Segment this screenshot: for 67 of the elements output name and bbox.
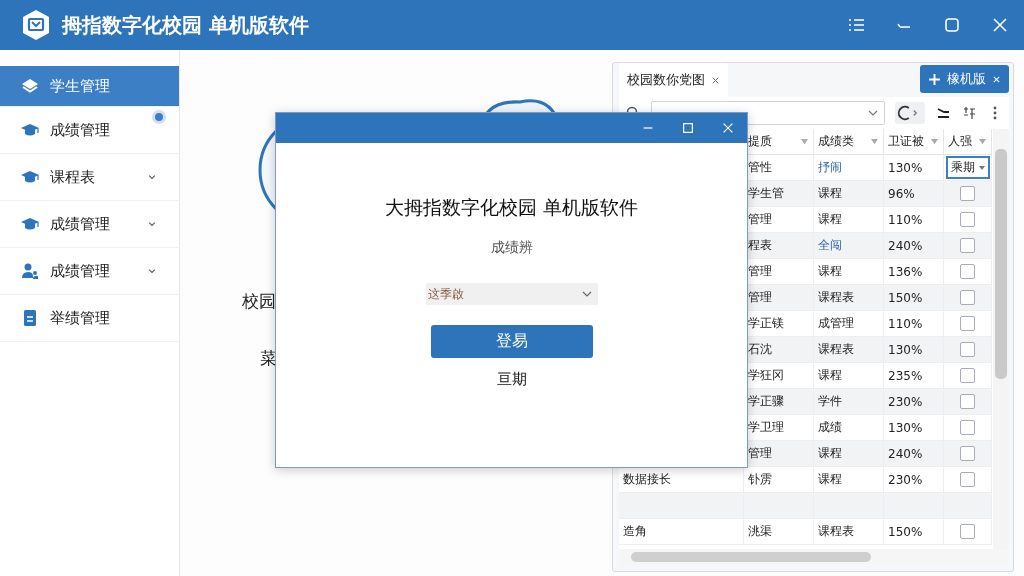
sort-icon[interactable]	[961, 105, 977, 121]
select-field[interactable]: 这季啟	[425, 283, 598, 305]
sidebar-item[interactable]: 课程表	[0, 154, 179, 201]
filter-icon[interactable]	[870, 138, 879, 145]
checkbox[interactable]	[960, 420, 975, 435]
checkbox[interactable]	[960, 394, 975, 409]
close-icon[interactable]	[711, 75, 720, 85]
caret-icon	[978, 165, 985, 170]
table-cell: 洮渠	[744, 519, 814, 545]
restore-icon[interactable]	[942, 15, 962, 35]
dialog-subtitle: 成绩辨	[490, 239, 533, 257]
checkbox[interactable]	[960, 290, 975, 305]
background-text: 校园	[242, 290, 276, 313]
sidebar-item[interactable]: 举绩管理	[0, 295, 179, 342]
table-cell: 130%	[884, 337, 944, 363]
sidebar-item[interactable]: 成绩管理	[0, 201, 179, 248]
close-icon[interactable]	[721, 121, 735, 135]
chevron-icon	[581, 291, 592, 297]
checkbox[interactable]	[960, 186, 975, 201]
table-cell: 课程表	[814, 519, 884, 545]
vertical-scrollbar[interactable]	[993, 129, 1009, 549]
checkbox[interactable]	[960, 368, 975, 383]
checkbox[interactable]	[960, 264, 975, 279]
text-link[interactable]: 亘期	[496, 370, 527, 389]
align-icon[interactable]	[935, 105, 951, 121]
logo-icon	[20, 9, 52, 41]
checkbox[interactable]	[960, 524, 975, 539]
column-header: 卫证被	[884, 129, 944, 155]
checkbox[interactable]	[960, 212, 975, 227]
cell-dropdown[interactable]: 乘期	[945, 156, 990, 179]
checkbox[interactable]	[960, 342, 975, 357]
sidebar-item[interactable]: 成绩管理	[0, 107, 179, 154]
maximize-icon[interactable]	[681, 121, 695, 135]
table-cell: 学件	[814, 389, 884, 415]
column-header: 成绩类	[814, 129, 884, 155]
background-text: 菜	[260, 347, 277, 370]
filter-icon[interactable]	[978, 138, 987, 145]
tab[interactable]: 校园数你党图	[619, 63, 728, 97]
chevron-icon	[868, 110, 878, 116]
table-cell: 230%	[884, 389, 944, 415]
link-cell[interactable]: 全闯	[814, 233, 884, 259]
sidebar-item[interactable]: 学生管理	[0, 66, 179, 107]
submit-button[interactable]: 登易	[430, 325, 593, 358]
sidebar-item[interactable]: 成绩管理	[0, 248, 179, 295]
filter-icon[interactable]	[930, 138, 939, 145]
table-cell: 240%	[884, 233, 944, 259]
table-cell: 96%	[884, 181, 944, 207]
table-cell: 造角	[619, 519, 744, 545]
table-cell: 课程表	[814, 285, 884, 311]
table-cell: 课程	[814, 181, 884, 207]
table-cell: 150%	[884, 285, 944, 311]
people-icon	[20, 261, 40, 281]
table-cell: 150%	[884, 519, 944, 545]
checkbox[interactable]	[960, 316, 975, 331]
table-cell: 240%	[884, 441, 944, 467]
checkbox[interactable]	[960, 472, 975, 487]
table-cell: 课程表	[814, 337, 884, 363]
plus-icon	[928, 72, 941, 86]
window-title: 拇指数字化校园 单机版软件	[62, 11, 309, 39]
new-tab-button[interactable]: 橡机版	[920, 65, 1009, 93]
checkbox[interactable]	[960, 238, 975, 253]
table-cell: 课程	[814, 441, 884, 467]
dialog-heading: 大拇指数字化校园 单机版软件	[384, 195, 638, 220]
refresh-icon[interactable]	[895, 102, 925, 124]
checkbox[interactable]	[960, 446, 975, 461]
column-header: 人强	[944, 129, 992, 155]
filter-icon[interactable]	[800, 138, 809, 145]
